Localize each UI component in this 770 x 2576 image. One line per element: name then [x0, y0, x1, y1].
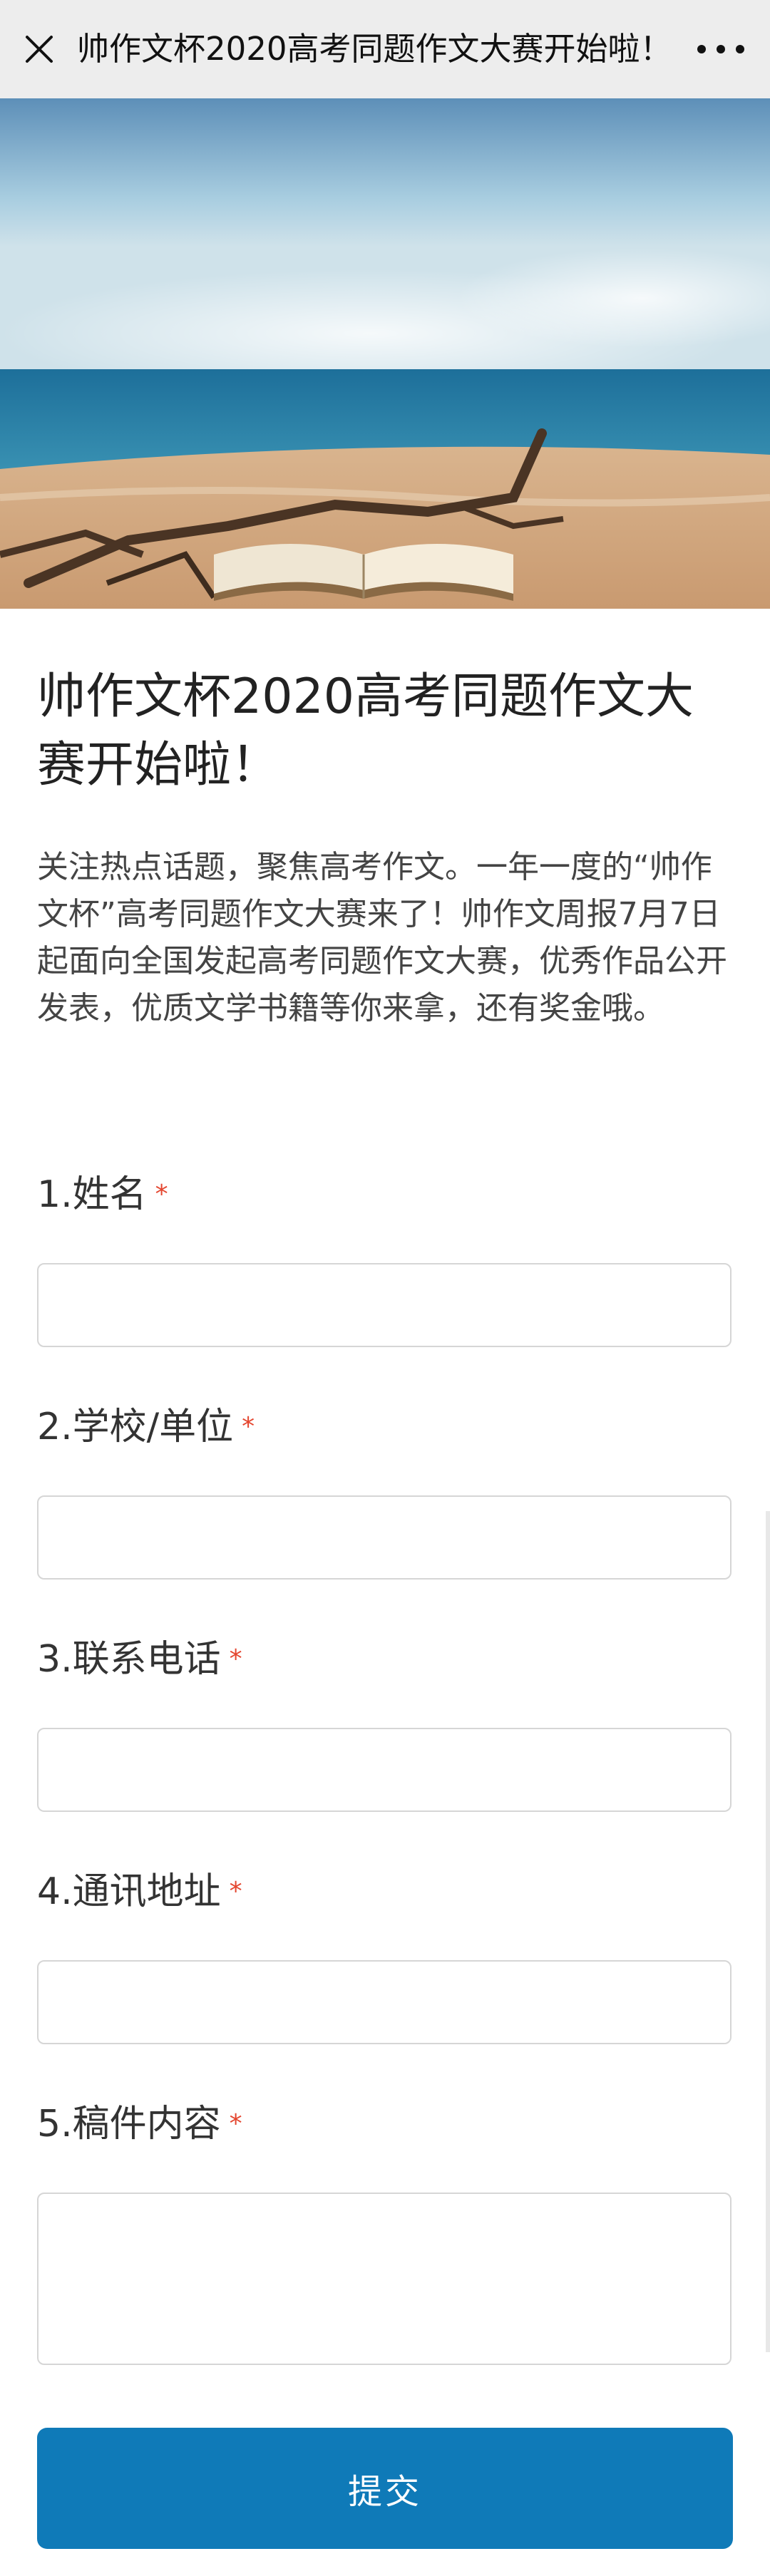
question-label-address: 4.通讯地址 *	[37, 1870, 242, 1913]
close-icon[interactable]	[21, 31, 57, 67]
question-label-name: 1.姓名 *	[37, 1173, 168, 1216]
question-label-content: 5.稿件内容 *	[37, 2103, 242, 2145]
content-textarea[interactable]	[37, 2193, 732, 2365]
required-marker: *	[229, 2109, 242, 2138]
school-input[interactable]	[37, 1495, 732, 1580]
form-title: 帅作文杯2020高考同题作文大赛开始啦！	[37, 669, 694, 793]
scrollbar[interactable]	[766, 1511, 770, 2352]
phone-input[interactable]	[37, 1728, 732, 1812]
required-marker: *	[229, 1644, 242, 1674]
top-bar: 帅作文杯2020高考同题作文大赛开始啦！	[0, 0, 770, 99]
required-marker: *	[155, 1180, 168, 1209]
hero-image	[0, 98, 770, 609]
required-marker: *	[229, 1877, 242, 1906]
more-icon[interactable]	[694, 38, 747, 60]
submit-button[interactable]: 提交	[37, 2428, 733, 2549]
question-label-phone: 3.联系电话 *	[37, 1638, 242, 1681]
form-description: 关注热点话题，聚焦高考作文。一年一度的“帅作文杯”高考同题作文大赛来了！帅作文周…	[37, 849, 727, 1026]
page-title: 帅作文杯2020高考同题作文大赛开始啦！	[77, 30, 662, 68]
address-input[interactable]	[37, 1960, 732, 2044]
question-label-school: 2.学校/单位 *	[37, 1406, 255, 1448]
name-input[interactable]	[37, 1263, 732, 1347]
required-marker: *	[242, 1412, 255, 1441]
